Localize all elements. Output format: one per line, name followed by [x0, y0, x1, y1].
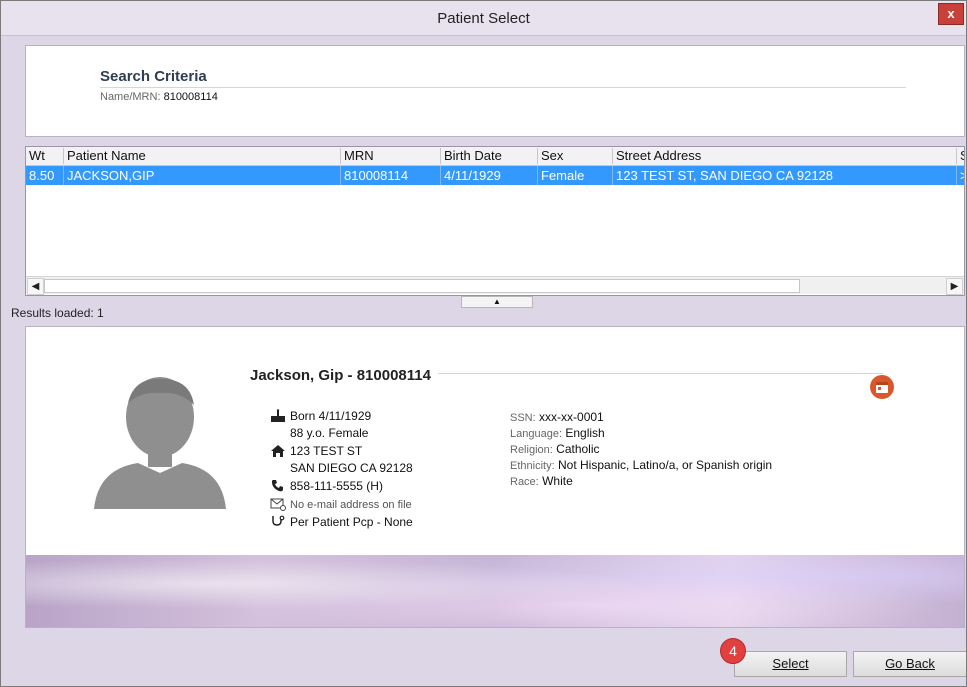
table-row[interactable]: 8.50 JACKSON,GIP 810008114 4/11/1929 Fem… [26, 166, 964, 185]
patient-info: Born 4/11/1929 88 y.o. Female 123 TEST S… [270, 407, 413, 531]
cell-truncated: > [957, 166, 964, 185]
close-button[interactable]: x [938, 3, 964, 25]
select-button[interactable]: Select [734, 651, 847, 677]
age-sex-row: 88 y.o. Female [270, 425, 413, 442]
cell-mrn: 810008114 [341, 166, 441, 185]
cell-sex: Female [538, 166, 613, 185]
avatar [94, 377, 226, 509]
column-header-truncated[interactable]: S [957, 148, 964, 164]
chevron-up-icon: ▲ [493, 297, 501, 306]
phone-icon [272, 480, 283, 492]
search-criteria-line: Name/MRN: 810008114 [100, 91, 218, 103]
column-header-birth-date[interactable]: Birth Date [441, 148, 538, 164]
step-badge: 4 [720, 638, 746, 664]
home-icon [271, 445, 285, 457]
cell-patient-name: JACKSON,GIP [64, 166, 341, 185]
age-sex-text: 88 y.o. Female [290, 426, 369, 440]
address-line1: 123 TEST ST [290, 444, 363, 458]
decorative-banner [26, 555, 964, 627]
stethoscope-icon [272, 515, 285, 526]
demographic-ssn: SSN: xxx-xx-0001 [510, 410, 604, 424]
cell-street-address: 123 TEST ST, SAN DIEGO CA 92128 [613, 166, 957, 185]
pcp-text: Per Patient Pcp - None [290, 515, 413, 529]
grid-header: Wt Patient Name MRN Birth Date Sex Stree… [26, 147, 964, 166]
address-line2: SAN DIEGO CA 92128 [290, 461, 413, 475]
cell-birth-date: 4/11/1929 [441, 166, 538, 185]
title-bar[interactable]: Patient Select x [1, 1, 966, 36]
address-row-2: SAN DIEGO CA 92128 [270, 460, 413, 477]
results-grid: Wt Patient Name MRN Birth Date Sex Stree… [25, 146, 965, 296]
divider [438, 373, 883, 374]
email-text: No e-mail address on file [290, 499, 412, 511]
born-text: Born 4/11/1929 [290, 409, 372, 423]
column-header-street-address[interactable]: Street Address [613, 148, 957, 164]
cell-wt: 8.50 [26, 166, 64, 185]
demographic-religion: Religion: Catholic [510, 442, 600, 456]
column-header-mrn[interactable]: MRN [341, 148, 441, 164]
search-criteria-heading: Search Criteria [100, 68, 207, 85]
phone-row: 858-111-5555 (H) [270, 477, 413, 495]
cake-icon [271, 409, 285, 422]
splitter-handle[interactable]: ▲ [461, 296, 533, 308]
pcp-row: Per Patient Pcp - None [270, 513, 413, 531]
patient-card: Jackson, Gip - 810008114 Born 4/11/1929 … [25, 326, 965, 628]
results-status: Results loaded: 1 [11, 306, 104, 320]
column-header-wt[interactable]: Wt [26, 148, 64, 164]
email-row: No e-mail address on file [270, 495, 413, 513]
column-header-patient-name[interactable]: Patient Name [64, 148, 341, 164]
patient-select-window: Patient Select x Search Criteria Name/MR… [0, 0, 967, 687]
criteria-value: 810008114 [163, 91, 218, 103]
horizontal-scrollbar[interactable]: ◀ ▶ [26, 276, 964, 295]
calendar-icon[interactable] [869, 374, 895, 400]
phone-text: 858-111-5555 (H) [290, 479, 383, 493]
demographics: SSN: xxx-xx-0001 Language: English Relig… [510, 409, 772, 489]
demographic-race: Race: White [510, 474, 573, 488]
criteria-label: Name/MRN: [100, 91, 161, 103]
scroll-thumb[interactable] [44, 279, 800, 293]
column-header-sex[interactable]: Sex [538, 148, 613, 164]
demographic-ethnicity: Ethnicity: Not Hispanic, Latino/a, or Sp… [510, 458, 773, 472]
scroll-right-icon[interactable]: ▶ [946, 278, 963, 295]
born-row: Born 4/11/1929 [270, 407, 413, 425]
address-row: 123 TEST ST [270, 442, 413, 460]
patient-heading: Jackson, Gip - 810008114 [250, 367, 431, 384]
search-criteria-panel: Search Criteria Name/MRN: 810008114 [25, 45, 965, 137]
go-back-button[interactable]: Go Back [853, 651, 966, 677]
demographic-language: Language: English [510, 426, 605, 440]
divider [100, 87, 906, 88]
window-title: Patient Select [437, 10, 530, 27]
email-icon [270, 498, 286, 511]
scroll-left-icon[interactable]: ◀ [27, 278, 44, 295]
